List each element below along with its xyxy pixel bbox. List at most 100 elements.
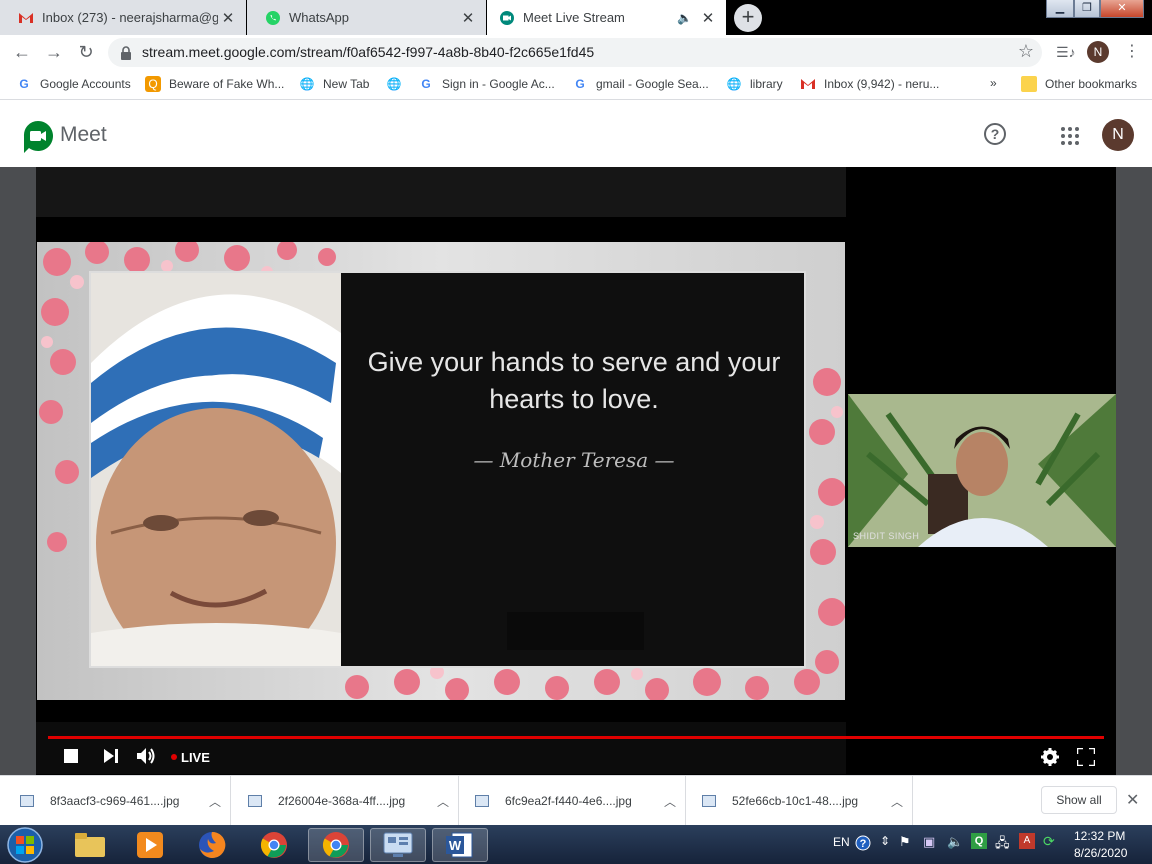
close-tab-icon[interactable]: ✕ [458,9,478,27]
chevron-up-icon[interactable]: ︿ [882,793,912,810]
bookmark-label: New Tab [323,77,370,91]
media-player-icon [137,832,163,858]
gmail-icon [19,12,33,23]
taskbar-firefox[interactable] [184,828,240,862]
page-title: Meet [60,123,107,146]
windows-taskbar: W EN ? ⇕ ⚑ ▣ 🔈 Q 🖧 A ⟳ [0,825,1152,864]
bookmark-sign-in-google[interactable]: G Sign in - Google Ac... [418,76,555,92]
reload-icon[interactable]: ↻ [74,41,98,65]
quote-text: Give your hands to serve and your hearts… [367,347,781,414]
image-file-icon [702,795,716,807]
show-all-button[interactable]: Show all [1041,786,1117,814]
firefox-icon [199,831,226,858]
bookmark-gmail-search[interactable]: G gmail - Google Sea... [572,76,708,92]
quickheal-icon[interactable]: Q [971,833,987,849]
tray-expand-icon[interactable]: ⇕ [880,834,890,848]
tab-gmail-inbox[interactable]: Inbox (273) - neerajsharma@gdg ✕ [0,0,246,35]
help-icon[interactable]: ? [984,123,1006,145]
skip-next-icon[interactable] [104,749,119,763]
whatsapp-icon [266,10,280,25]
quote-author: — Mother Teresa — [473,448,675,472]
participant-name: SHIDIT SINGH [853,531,920,541]
network-icon[interactable]: 🖧 [995,834,1010,856]
apps-grid-icon[interactable] [1061,127,1079,145]
download-item[interactable]: 8f3aacf3-c969-461....jpg ︿ [0,776,231,826]
bookmark-google-accounts[interactable]: G Google Accounts [16,76,130,92]
download-filename: 6fc9ea2f-f440-4e6....jpg [505,794,632,808]
image-file-icon [248,795,262,807]
forward-icon[interactable]: → [42,41,66,65]
taskbar-explorer[interactable] [62,828,118,862]
close-window-button[interactable]: ✕ [1100,0,1144,18]
tab-meet-live-stream[interactable]: Meet Live Stream 🔈 ✕ [487,0,726,35]
sync-icon[interactable]: ⟳ [1043,833,1055,850]
bookmark-q-icon: Q [145,76,161,92]
progress-bar[interactable] [48,736,1104,739]
google-icon: G [19,77,29,91]
bookmark-new-tab[interactable]: 🌐 New Tab [299,76,370,92]
google-icon: G [575,77,585,91]
chevron-up-icon[interactable]: ︿ [200,793,230,810]
taskbar-chrome-active[interactable] [308,828,364,862]
speaker-icon[interactable]: 🔈 [677,11,692,25]
bookmarks-bar: G Google Accounts Q Beware of Fake Wh...… [0,70,1152,100]
settings-gear-icon[interactable] [1041,748,1059,766]
download-item[interactable]: 52fe66cb-10c1-48....jpg ︿ [682,776,913,826]
avatar[interactable]: N [1102,119,1134,151]
other-bookmarks[interactable]: Other bookmarks [1021,76,1137,92]
kebab-menu-icon[interactable]: ⋮ [1124,41,1140,61]
caption-box [507,612,644,650]
taskbar-chrome[interactable] [246,828,302,862]
action-center-flag-icon[interactable]: ⚑ [899,834,911,850]
taskbar-word[interactable]: W [432,828,488,862]
live-label: LIVE [181,750,210,765]
url-text[interactable]: stream.meet.google.com/stream/f0af6542-f… [142,44,594,60]
help-tray-icon[interactable]: ? [855,835,871,851]
taskbar-media-player[interactable] [122,828,178,862]
bookmark-beware-fake[interactable]: Q Beware of Fake Wh... [145,76,284,92]
close-tab-icon[interactable]: ✕ [218,9,238,27]
bookmark-inbox-neru[interactable]: Inbox (9,942) - neru... [800,76,939,92]
back-icon[interactable]: ← [10,41,34,65]
download-filename: 52fe66cb-10c1-48....jpg [732,794,859,808]
download-item[interactable]: 2f26004e-368a-4ff....jpg ︿ [228,776,459,826]
stop-icon[interactable] [64,749,78,763]
language-indicator[interactable]: EN [833,835,850,849]
participant-photo [848,394,1116,547]
new-tab-button[interactable]: + [734,4,762,32]
fullscreen-icon[interactable] [1077,748,1095,766]
folder-icon [1021,76,1037,92]
taskbar-control-panel[interactable] [370,828,426,862]
globe-icon: 🌐 [386,77,402,91]
address-bar[interactable]: stream.meet.google.com/stream/f0af6542-f… [108,38,1042,67]
volume-icon[interactable] [137,747,157,765]
tab-whatsapp[interactable]: WhatsApp ✕ [247,0,486,35]
svg-text:W: W [449,838,462,853]
windows-start-icon[interactable] [6,826,44,864]
meet-icon [500,10,514,25]
volume-tray-icon[interactable]: 🔈 [947,834,963,850]
close-tab-icon[interactable]: ✕ [698,9,718,27]
image-file-icon [20,795,34,807]
chevron-up-icon[interactable]: ︿ [655,793,685,810]
adobe-reader-icon[interactable]: A [1019,833,1035,849]
profile-button[interactable]: N [1087,41,1109,63]
bookmark-star-icon[interactable]: ☆ [1018,41,1034,62]
bookmark-label: Sign in - Google Ac... [442,77,555,91]
chevron-up-icon[interactable]: ︿ [428,793,458,810]
media-control-icon[interactable]: ☰♪ [1056,44,1076,61]
close-icon[interactable]: ✕ [1126,790,1139,810]
bookmark-library[interactable]: 🌐 library [726,76,783,92]
tab-title: Meet Live Stream [523,10,625,25]
browser-toolbar: ← → ↻ stream.meet.google.com/stream/f0af… [0,35,1152,70]
bookmark-globe[interactable]: 🌐 [386,76,410,92]
tray-app-icon[interactable]: ▣ [923,834,935,850]
clock-time[interactable]: 12:32 PM [1074,829,1125,843]
restore-button[interactable]: ❐ [1074,0,1100,18]
participant-video[interactable] [848,394,1116,547]
clock-date[interactable]: 8/26/2020 [1074,846,1127,860]
bookmarks-overflow-button[interactable]: » [990,76,997,90]
download-item[interactable]: 6fc9ea2f-f440-4e6....jpg ︿ [455,776,686,826]
minimize-button[interactable]: ▁ [1046,0,1074,18]
portrait-image [91,273,341,666]
